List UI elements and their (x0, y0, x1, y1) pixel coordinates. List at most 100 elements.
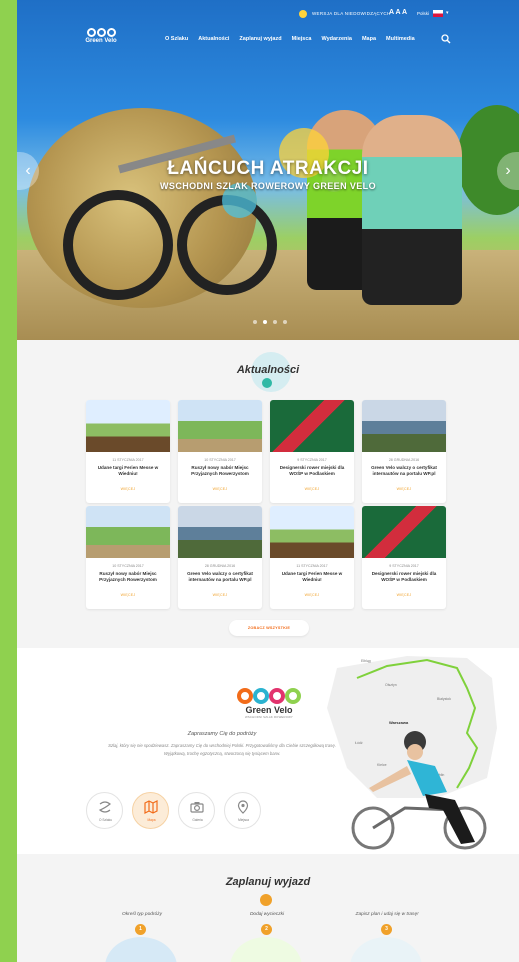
step-1-number: 1 (135, 924, 146, 935)
nav-item-miejsca[interactable]: Miejsca (292, 36, 312, 42)
news-card-more-link[interactable]: WIĘCEJ (178, 593, 262, 597)
step-3-label: Zapisz plan i udaj się w trasę! (355, 912, 419, 917)
news-card-date: 11 STYCZNIA 2017 (112, 458, 144, 462)
news-card-date: 9 STYCZNIA 2017 (389, 564, 419, 568)
plan-section-title: Zaplanuj wyjazd (225, 876, 311, 888)
route-icon (98, 801, 111, 813)
news-card-more-link[interactable]: WIĘCEJ (362, 593, 446, 597)
map-button[interactable]: Mapa (132, 792, 169, 829)
about-trail-label: O Szlaku (99, 818, 112, 822)
news-card-more-link[interactable]: WIĘCEJ (86, 487, 170, 491)
nav-item-wydarzenia[interactable]: Wydarzenia (321, 36, 351, 42)
hero-person (362, 115, 462, 305)
news-card-title: Designerski rower miejski dla WOŚP w Pod… (371, 571, 437, 582)
news-card-title: Green Velo walczy o certyfikat internaut… (371, 465, 437, 476)
news-card-more-link[interactable]: WIĘCEJ (178, 487, 262, 491)
news-card-more-link[interactable]: WIĘCEJ (270, 593, 354, 597)
step-2-image[interactable] (230, 937, 302, 962)
slider-dots (253, 320, 287, 324)
nav-item-aktualnosci[interactable]: Aktualności (198, 36, 229, 42)
news-card-date: 9 STYCZNIA 2017 (297, 458, 327, 462)
cyclist-arm (369, 766, 411, 792)
news-card[interactable]: 11 STYCZNIA 2017 Udane targi Ferien Mess… (86, 400, 170, 503)
news-section-title: Aktualności (236, 364, 300, 376)
news-card[interactable]: 10 STYCZNIA 2017 Ruszył nowy nabór Miejs… (86, 506, 170, 609)
contrast-icon[interactable] (299, 10, 307, 18)
top-utility-bar: WERSJA DLA NIEDOWIDZĄCYCH A A A Polski ▾ (17, 8, 519, 22)
nav-item-mapa[interactable]: Mapa (362, 36, 376, 42)
news-card-image (86, 506, 170, 558)
hero-subtitle: WSCHODNI SZLAK ROWEROWY GREEN VELO (160, 181, 376, 191)
font-size-switcher[interactable]: A A A (389, 9, 407, 16)
see-all-news-button[interactable]: ZOBACZ WSZYSTKIE (229, 620, 309, 636)
news-card-more-link[interactable]: WIĘCEJ (86, 593, 170, 597)
news-card-image (270, 400, 354, 452)
step-3-number: 3 (381, 924, 392, 935)
location-pin-icon (237, 800, 249, 814)
news-card-image (178, 506, 262, 558)
hero-bike-wheel (63, 190, 173, 300)
hero-title: ŁAŃCUCH ATRAKCJI (167, 158, 369, 179)
chevron-left-icon: ‹ (25, 162, 31, 179)
chevron-down-icon[interactable]: ▾ (446, 10, 449, 16)
news-card[interactable]: 10 STYCZNIA 2017 Ruszył nowy nabór Miejs… (178, 400, 262, 503)
page: ŁAŃCUCH ATRAKCJI WSCHODNI SZLAK ROWEROWY… (17, 0, 519, 962)
logo-loop (285, 688, 301, 704)
chevron-right-icon: › (505, 162, 511, 179)
news-card-more-link[interactable]: WIĘCEJ (270, 487, 354, 491)
invite-title: Zapraszamy Cię do podróży (187, 731, 257, 737)
gallery-button[interactable]: Galeria (178, 792, 215, 829)
nav-item-multimedia[interactable]: Multimedia (386, 36, 415, 42)
nav-item-zaplanuj[interactable]: Zaplanuj wyjazd (239, 36, 281, 42)
green-velo-logo-subtext: WSCHODNI SZLAK ROWEROWY (245, 715, 293, 719)
logo-rings-icon (81, 28, 121, 37)
cyclist-head (407, 744, 423, 760)
plan-icon (260, 894, 272, 906)
news-card-date: 10 STYCZNIA 2017 (204, 458, 236, 462)
news-row: 11 STYCZNIA 2017 Udane targi Ferien Mess… (86, 400, 446, 503)
places-label: Miejsca (238, 818, 249, 822)
high-contrast-link[interactable]: WERSJA DLA NIEDOWIDZĄCYCH (312, 11, 391, 16)
news-card-title: Green Velo walczy o certyfikat internaut… (187, 571, 253, 582)
slider-dot[interactable] (283, 320, 287, 324)
search-icon[interactable] (441, 34, 451, 44)
news-card-title: Udane targi Ferien Messe w Wiedniu! (97, 465, 159, 476)
slider-dot[interactable] (253, 320, 257, 324)
step-1-image[interactable] (105, 937, 177, 962)
cyclist-image (351, 731, 487, 850)
news-card-image (362, 506, 446, 558)
news-row: 10 STYCZNIA 2017 Ruszył nowy nabór Miejs… (86, 506, 446, 609)
invite-text: Szlaj, który się nie spodziewasz. Zapras… (108, 743, 336, 757)
news-card-more-link[interactable]: WIĘCEJ (362, 487, 446, 491)
news-card-date: 10 STYCZNIA 2017 (112, 564, 144, 568)
slider-dot[interactable] (263, 320, 267, 324)
main-nav: O Szlaku Aktualności Zaplanuj wyjazd Mie… (165, 36, 415, 42)
logo-text: Green Velo (85, 38, 117, 44)
map-label: Białystok (437, 697, 451, 701)
news-card-title: Designerski rower miejski dla WOŚP w Pod… (279, 465, 345, 476)
news-card[interactable]: 9 STYCZNIA 2017 Designerski rower miejsk… (362, 506, 446, 609)
news-card[interactable]: 28 GRUDNIA 2016 Green Velo walczy o cert… (178, 506, 262, 609)
camera-icon (190, 802, 204, 813)
step-2-label: Dodaj wycieczki (249, 912, 285, 917)
flag-pl-icon[interactable] (433, 10, 443, 17)
logo-loop (237, 688, 253, 704)
news-card-date: 28 GRUDNIA 2016 (204, 564, 236, 568)
left-border (0, 0, 17, 962)
about-trail-button[interactable]: O Szlaku (86, 792, 123, 829)
news-card[interactable]: 9 STYCZNIA 2017 Designerski rower miejsk… (270, 400, 354, 503)
step-1-label: Określ typ podróży (122, 912, 162, 917)
map-label: Warszawa (389, 720, 409, 725)
step-3-image[interactable] (350, 937, 422, 962)
places-button[interactable]: Miejsca (224, 792, 261, 829)
site-logo[interactable]: Green Velo (81, 28, 121, 44)
language-label[interactable]: Polski (417, 11, 429, 16)
nav-item-o-szlaku[interactable]: O Szlaku (165, 36, 188, 42)
news-card[interactable]: 11 STYCZNIA 2017 Udane targi Ferien Mess… (270, 506, 354, 609)
slider-dot[interactable] (273, 320, 277, 324)
step-2-number: 2 (261, 924, 272, 935)
news-card[interactable]: 28 GRUDNIA 2016 Green Velo walczy o cert… (362, 400, 446, 503)
invite-buttons: O Szlaku Mapa Galeria Miejsca (86, 792, 261, 829)
cyclist-torso (407, 760, 447, 796)
logo-ring (86, 28, 96, 37)
